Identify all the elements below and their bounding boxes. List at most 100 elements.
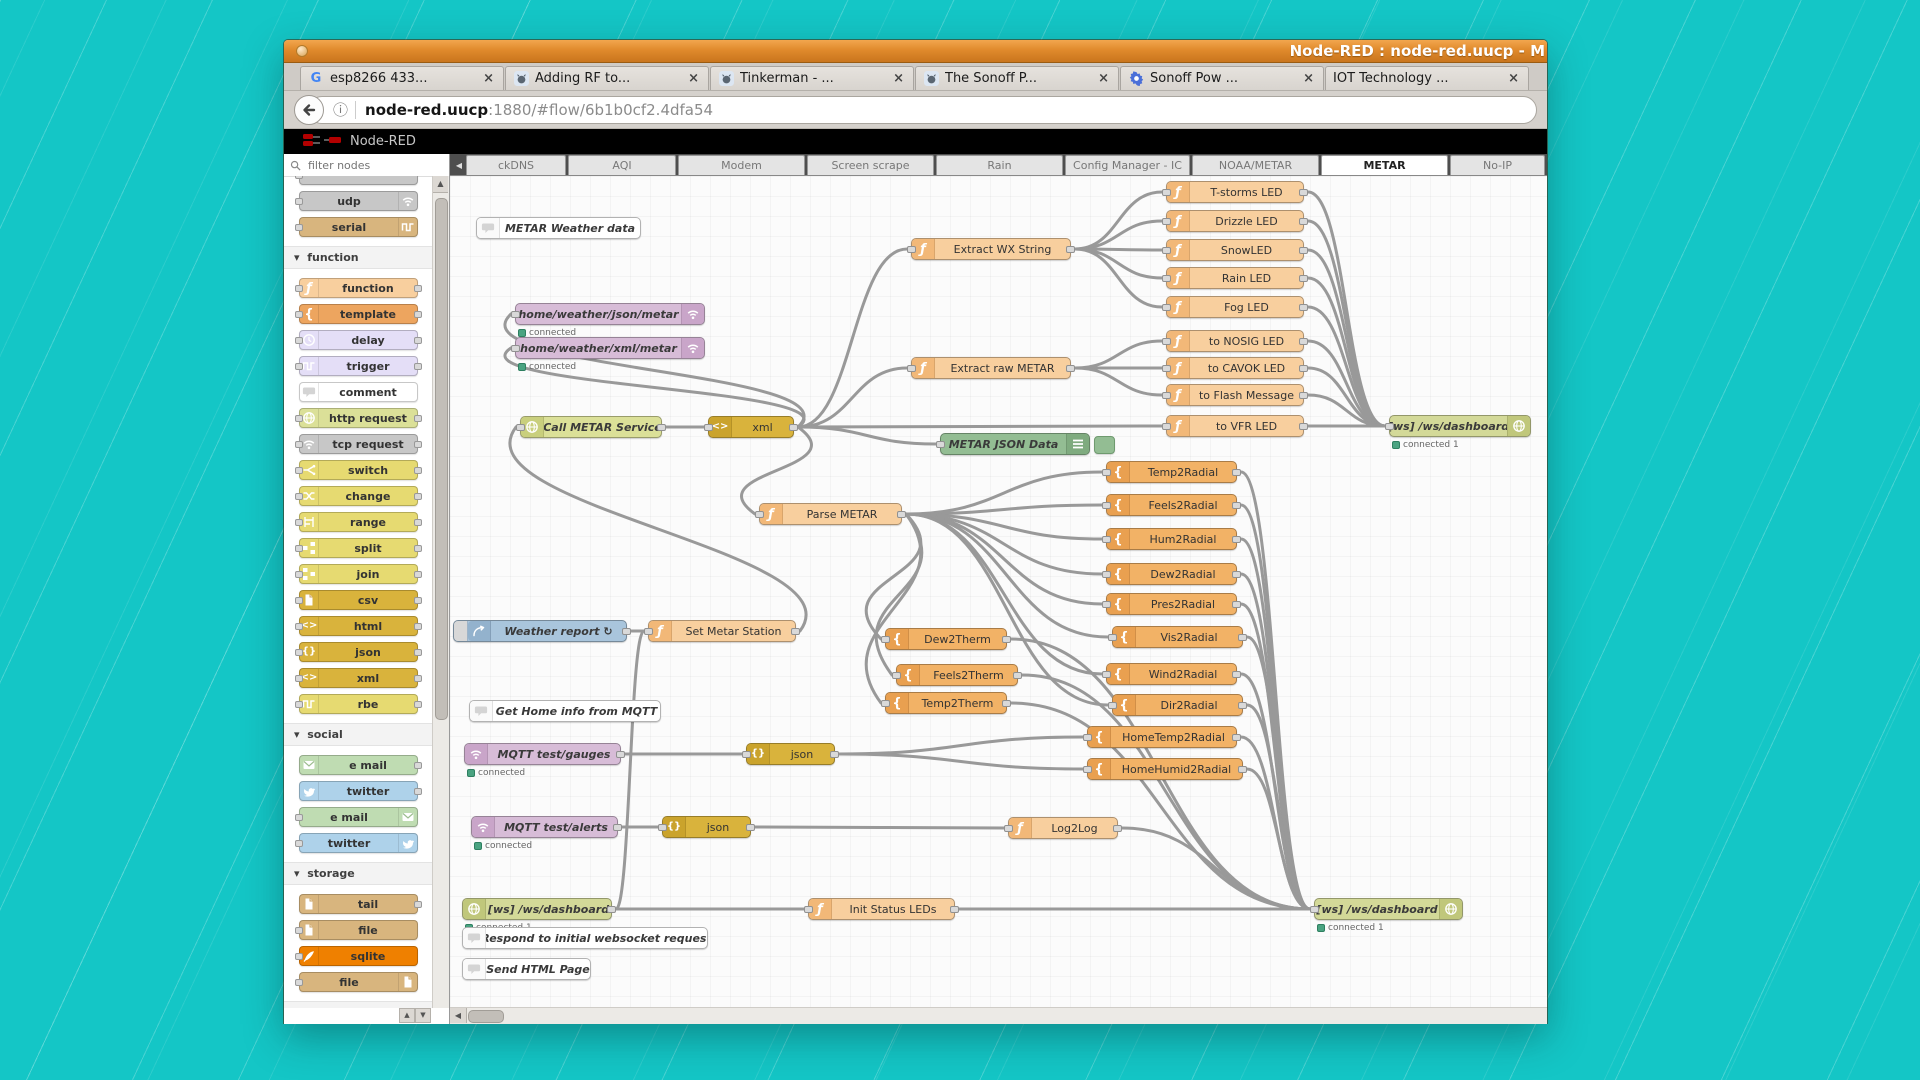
flow-node-comment-metar[interactable]: METAR Weather data (476, 217, 641, 239)
flow-node-temp2radial[interactable]: {Temp2Radial (1106, 461, 1237, 483)
output-port[interactable] (1232, 571, 1241, 578)
palette-section-analysis[interactable]: ▾ analysis (284, 1001, 433, 1008)
palette-search-input[interactable] (306, 158, 420, 173)
output-port[interactable] (414, 788, 422, 795)
input-port[interactable] (1102, 671, 1111, 678)
palette-node-json[interactable]: {}json (299, 642, 418, 662)
output-port[interactable] (622, 628, 631, 635)
flow-node-ws-top[interactable]: [ws] /ws/dashboardconnected 1 (1389, 415, 1531, 437)
flow-tab-screen-scrape[interactable]: Screen scrape (807, 155, 934, 175)
input-port[interactable] (1162, 189, 1171, 196)
output-port[interactable] (414, 519, 422, 526)
input-port[interactable] (295, 363, 303, 370)
flow-node-comment-send[interactable]: Send HTML Page (462, 958, 591, 980)
flow-node-log2log[interactable]: ƒLog2Log (1008, 817, 1118, 839)
input-port[interactable] (1004, 825, 1013, 832)
input-port[interactable] (881, 700, 890, 707)
flow-node-mqtt-json[interactable]: home/weather/json/metarconnected (515, 303, 705, 325)
input-port[interactable] (742, 751, 751, 758)
output-port[interactable] (414, 623, 422, 630)
output-port[interactable] (1232, 601, 1241, 608)
palette-node-partial[interactable] (299, 176, 418, 185)
flow-node-extract-wx[interactable]: ƒExtract WX String (911, 238, 1071, 260)
canvas-horizontal-scrollbar[interactable]: ◀ (450, 1007, 1547, 1024)
palette-node-change[interactable]: change (299, 486, 418, 506)
output-port[interactable] (1232, 502, 1241, 509)
canvas-scrollbar-thumb[interactable] (468, 1010, 504, 1023)
output-port[interactable] (1299, 392, 1308, 399)
browser-tab-4[interactable]: The Sonoff P...× (915, 66, 1119, 90)
input-port[interactable] (1102, 571, 1111, 578)
input-port[interactable] (1162, 338, 1171, 345)
scrollbar-up-button[interactable]: ▲ (399, 1008, 415, 1023)
input-port[interactable] (1162, 247, 1171, 254)
input-port[interactable] (907, 246, 916, 253)
output-port[interactable] (1238, 634, 1247, 641)
flow-node-call-metar[interactable]: Call METAR Service (520, 416, 662, 438)
flow-node-fog[interactable]: ƒFog LED (1166, 296, 1304, 318)
output-port[interactable] (1232, 671, 1241, 678)
output-port[interactable] (607, 906, 616, 913)
palette-node-trigger[interactable]: trigger (299, 356, 418, 376)
palette-node-tcp-request[interactable]: tcp request (299, 434, 418, 454)
palette-node-template[interactable]: {template (299, 304, 418, 324)
output-port[interactable] (1238, 702, 1247, 709)
palette-node-csv[interactable]: csv (299, 590, 418, 610)
palette-node-e-mail[interactable]: e mail (299, 755, 418, 775)
output-port[interactable] (414, 597, 422, 604)
flow-node-snow[interactable]: ƒSnowLED (1166, 239, 1304, 261)
output-port[interactable] (414, 701, 422, 708)
input-port[interactable] (1385, 423, 1394, 430)
flow-node-pres2radial[interactable]: {Pres2Radial (1106, 593, 1237, 615)
input-port[interactable] (295, 441, 303, 448)
scrollbar-down-button[interactable]: ▼ (415, 1008, 431, 1023)
palette-node-tail[interactable]: tail (299, 894, 418, 914)
output-port[interactable] (1066, 246, 1075, 253)
back-button[interactable] (294, 95, 324, 125)
input-port[interactable] (1083, 766, 1092, 773)
flow-node-feels2radial[interactable]: {Feels2Radial (1106, 494, 1237, 516)
input-port[interactable] (1162, 365, 1171, 372)
input-port[interactable] (511, 345, 520, 352)
palette-node-file[interactable]: file (299, 972, 418, 992)
flow-node-json2[interactable]: {}json (662, 816, 751, 838)
output-port[interactable] (1232, 734, 1241, 741)
flow-node-extract-raw[interactable]: ƒExtract raw METAR (911, 357, 1071, 379)
output-port[interactable] (1299, 275, 1308, 282)
output-port[interactable] (414, 467, 422, 474)
input-port[interactable] (295, 814, 303, 821)
input-port[interactable] (295, 701, 303, 708)
debug-toggle-button[interactable] (1094, 436, 1115, 454)
input-port[interactable] (295, 623, 303, 630)
output-port[interactable] (414, 493, 422, 500)
output-port[interactable] (414, 675, 422, 682)
output-port[interactable] (1299, 218, 1308, 225)
flow-tab-config-manager-ic[interactable]: Config Manager - IC (1065, 155, 1190, 175)
flow-tab-rain[interactable]: Rain (936, 155, 1063, 175)
flow-node-debug-metar[interactable]: METAR JSON Data (940, 433, 1090, 455)
output-port[interactable] (1299, 338, 1308, 345)
flow-node-dew2therm[interactable]: {Dew2Therm (885, 628, 1007, 650)
flow-tab-scroll-left-icon[interactable]: ◀ (452, 155, 466, 175)
input-port[interactable] (295, 519, 303, 526)
flow-node-homehumid2radial[interactable]: {HomeHumid2Radial (1087, 758, 1243, 780)
palette-scrollbar-thumb[interactable] (435, 198, 448, 720)
input-port[interactable] (295, 597, 303, 604)
input-port[interactable] (1162, 392, 1171, 399)
palette-node-delay[interactable]: delay (299, 330, 418, 350)
close-icon[interactable]: × (481, 71, 496, 86)
palette-node-udp[interactable]: udp (299, 191, 418, 211)
input-port[interactable] (295, 198, 303, 205)
input-port[interactable] (295, 415, 303, 422)
output-port[interactable] (616, 751, 625, 758)
output-port[interactable] (897, 511, 906, 518)
input-port[interactable] (295, 545, 303, 552)
output-port[interactable] (414, 337, 422, 344)
palette-node-range[interactable]: range (299, 512, 418, 532)
browser-tab-5[interactable]: Sonoff Pow ...× (1120, 66, 1324, 90)
browser-tab-3[interactable]: Tinkerman - ...× (710, 66, 914, 90)
output-port[interactable] (414, 545, 422, 552)
palette-node-serial[interactable]: serial (299, 217, 418, 237)
input-port[interactable] (1162, 423, 1171, 430)
input-port[interactable] (295, 467, 303, 474)
